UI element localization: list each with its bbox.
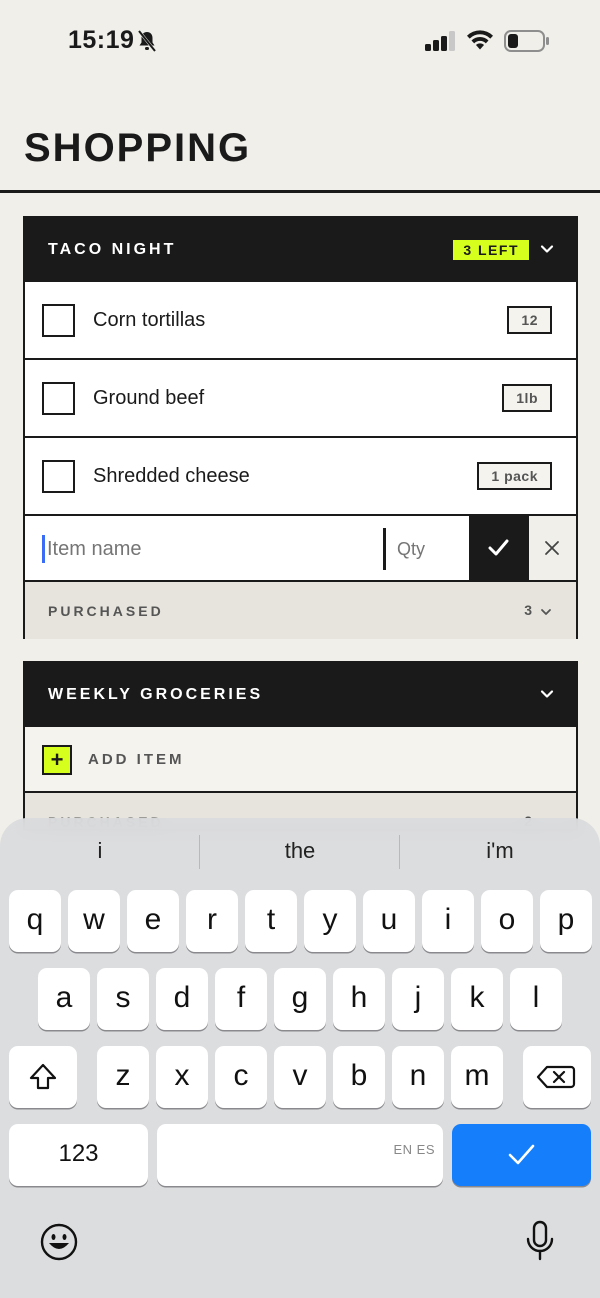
- chevron-down-icon[interactable]: [540, 687, 554, 701]
- key-i[interactable]: i: [422, 890, 474, 952]
- item-qty: 12: [507, 306, 552, 334]
- microphone-icon[interactable]: [525, 1220, 555, 1262]
- input-divider: [383, 528, 386, 570]
- key-t[interactable]: t: [245, 890, 297, 952]
- key-w[interactable]: w: [68, 890, 120, 952]
- key-j[interactable]: j: [392, 968, 444, 1030]
- plus-icon: +: [42, 745, 72, 775]
- key-h[interactable]: h: [333, 968, 385, 1030]
- text-caret: [42, 535, 45, 563]
- item-checkbox[interactable]: [42, 304, 75, 337]
- wifi-icon: [467, 30, 493, 50]
- add-item-label: ADD ITEM: [88, 751, 185, 768]
- key-g[interactable]: g: [274, 968, 326, 1030]
- list-card-taco-night: TACO NIGHT 3 LEFT Corn tortillas 12 Grou…: [23, 216, 578, 639]
- key-e[interactable]: e: [127, 890, 179, 952]
- numbers-key[interactable]: 123: [9, 1124, 148, 1186]
- key-o[interactable]: o: [481, 890, 533, 952]
- status-bar: 15:19: [0, 0, 600, 84]
- suggestion-item[interactable]: i: [0, 838, 200, 864]
- item-name: Shredded cheese: [93, 465, 250, 487]
- shift-icon: [29, 1063, 57, 1090]
- key-r[interactable]: r: [186, 890, 238, 952]
- key-z[interactable]: z: [97, 1046, 149, 1108]
- item-name: Corn tortillas: [93, 309, 206, 331]
- key-q[interactable]: q: [9, 890, 61, 952]
- suggestion-bar: i the i'm: [0, 818, 600, 884]
- list-item: Corn tortillas 12: [25, 282, 576, 360]
- key-k[interactable]: k: [451, 968, 503, 1030]
- cancel-add-button[interactable]: [527, 516, 576, 580]
- language-indicator: EN ES: [393, 1142, 435, 1157]
- done-key[interactable]: [452, 1124, 591, 1186]
- key-m[interactable]: m: [451, 1046, 503, 1108]
- key-u[interactable]: u: [363, 890, 415, 952]
- key-s[interactable]: s: [97, 968, 149, 1030]
- onscreen-keyboard: i the i'm q w e r t y u i o p a s d f g …: [0, 818, 600, 1298]
- key-y[interactable]: y: [304, 890, 356, 952]
- item-name-input[interactable]: [41, 528, 381, 570]
- qty-input[interactable]: [397, 528, 467, 570]
- purchased-count: 3: [524, 602, 532, 618]
- shift-key[interactable]: [9, 1046, 77, 1108]
- item-name: Ground beef: [93, 387, 205, 409]
- list-title: TACO NIGHT: [48, 241, 177, 258]
- purchased-toggle[interactable]: PURCHASED 3: [25, 582, 576, 639]
- list-header[interactable]: TACO NIGHT 3 LEFT: [25, 218, 576, 282]
- item-checkbox[interactable]: [42, 460, 75, 493]
- check-icon: [508, 1144, 535, 1165]
- item-qty: 1lb: [502, 384, 552, 412]
- check-icon: [488, 539, 509, 556]
- key-n[interactable]: n: [392, 1046, 444, 1108]
- new-item-row: [25, 516, 576, 582]
- confirm-add-button[interactable]: [469, 516, 527, 580]
- bell-slash-icon: [137, 30, 157, 52]
- title-divider: [0, 190, 600, 193]
- suggestion-item[interactable]: the: [200, 838, 400, 864]
- item-qty: 1 pack: [477, 462, 552, 490]
- backspace-key[interactable]: [523, 1046, 591, 1108]
- suggestion-item[interactable]: i'm: [400, 838, 600, 864]
- key-l[interactable]: l: [510, 968, 562, 1030]
- list-item: Shredded cheese 1 pack: [25, 438, 576, 516]
- key-b[interactable]: b: [333, 1046, 385, 1108]
- key-c[interactable]: c: [215, 1046, 267, 1108]
- close-icon: [545, 541, 559, 555]
- battery-icon: [504, 30, 549, 52]
- list-item: Ground beef 1lb: [25, 360, 576, 438]
- page-title: SHOPPING: [24, 126, 252, 170]
- purchased-label: PURCHASED: [48, 603, 164, 619]
- key-x[interactable]: x: [156, 1046, 208, 1108]
- key-v[interactable]: v: [274, 1046, 326, 1108]
- items-left-badge: 3 LEFT: [452, 239, 530, 261]
- list-header[interactable]: WEEKLY GROCERIES: [25, 663, 576, 727]
- list-title: WEEKLY GROCERIES: [48, 686, 264, 703]
- key-a[interactable]: a: [38, 968, 90, 1030]
- space-key[interactable]: EN ES: [157, 1124, 443, 1186]
- chevron-down-icon: [541, 609, 551, 615]
- status-time: 15:19: [68, 26, 135, 54]
- list-card-weekly-groceries: WEEKLY GROCERIES + ADD ITEM PURCHASED 2: [23, 661, 578, 831]
- backspace-icon: [536, 1065, 576, 1089]
- add-item-button[interactable]: + ADD ITEM: [25, 727, 576, 793]
- signal-icon: [425, 31, 455, 51]
- item-checkbox[interactable]: [42, 382, 75, 415]
- key-f[interactable]: f: [215, 968, 267, 1030]
- key-d[interactable]: d: [156, 968, 208, 1030]
- key-p[interactable]: p: [540, 890, 592, 952]
- chevron-down-icon[interactable]: [540, 242, 554, 256]
- emoji-icon[interactable]: [40, 1223, 78, 1261]
